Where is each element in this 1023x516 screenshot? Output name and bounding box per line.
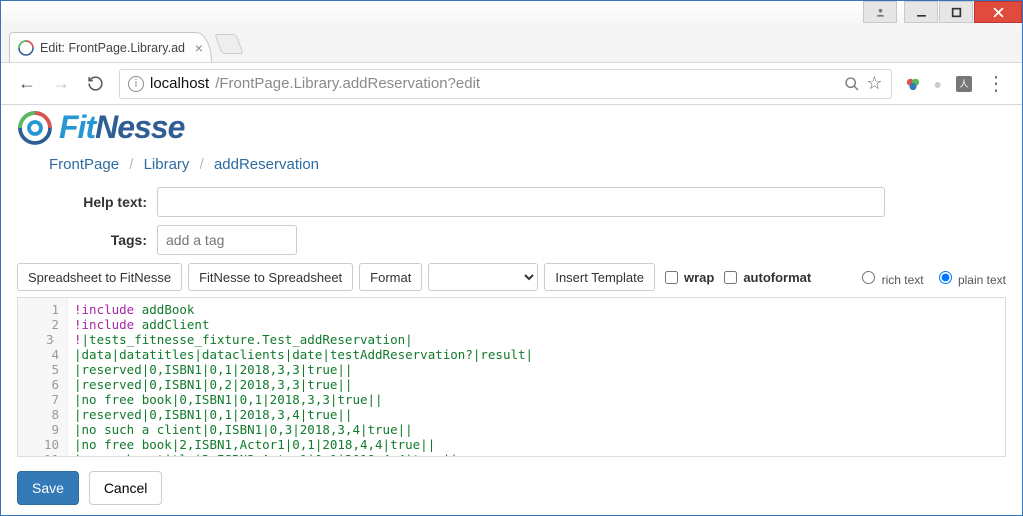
help-text-input[interactable] [157,187,885,217]
breadcrumb-item[interactable]: addReservation [214,156,319,173]
richtext-radio-label[interactable]: rich text [857,268,923,287]
download-icon[interactable]: ● [934,76,942,92]
insert-template-button[interactable]: Insert Template [544,263,655,291]
window-user-button[interactable] [863,1,897,23]
breadcrumb-item[interactable]: FrontPage [49,156,119,173]
fitnesse-logo[interactable]: FitNesse [17,109,1006,146]
browser-tab-title: Edit: FrontPage.Library.ad [40,41,185,55]
logo-text-fit: Fit [59,109,95,145]
fitnesse-to-spreadsheet-button[interactable]: FitNesse to Spreadsheet [188,263,353,291]
code-editor[interactable]: 123▾456789101112 !include addBook !inclu… [17,297,1006,457]
window-minimize-button[interactable] [904,1,938,23]
tags-input[interactable] [157,225,297,255]
breadcrumb-item[interactable]: Library [144,156,190,173]
browser-tabstrip: Edit: FrontPage.Library.ad × [1,29,1022,63]
window-titlebar [1,1,1022,29]
fitnesse-logo-icon [17,110,53,146]
browser-menu-button[interactable]: ⋮ [986,79,1006,89]
help-text-label: Help text: [17,194,157,210]
browser-tab[interactable]: Edit: FrontPage.Library.ad × [9,32,212,62]
page-content: FitNesse FrontPage / Library / addReserv… [1,105,1022,515]
wrap-checkbox-label[interactable]: wrap [661,268,714,287]
window-maximize-button[interactable] [939,1,973,23]
cancel-button[interactable]: Cancel [89,471,163,505]
wrap-checkbox[interactable] [665,271,678,284]
zoom-icon[interactable] [844,76,860,92]
bookmark-star-icon[interactable]: ☆ [866,73,882,94]
editor-code[interactable]: !include addBook !include addClient !|te… [68,298,1005,456]
spreadsheet-to-fitnesse-button[interactable]: Spreadsheet to FitNesse [17,263,182,291]
url-path: /FrontPage.Library.addReservation?edit [215,75,480,92]
fitnesse-favicon-icon [18,40,34,56]
format-button[interactable]: Format [359,263,422,291]
reload-button[interactable] [79,69,111,99]
editor-toolbar: Spreadsheet to FitNesse FitNesse to Spre… [17,263,1006,291]
autoformat-checkbox[interactable] [724,271,737,284]
logo-text-nesse: Nesse [95,109,184,145]
plaintext-radio[interactable] [939,271,952,284]
site-info-icon[interactable]: i [128,76,144,92]
tags-label: Tags: [17,232,157,248]
breadcrumb: FrontPage / Library / addReservation [17,148,1006,187]
tab-close-icon[interactable]: × [195,40,203,56]
back-button[interactable]: ← [11,69,43,99]
form-actions: Save Cancel [17,471,1006,505]
extension-icon[interactable] [906,77,920,91]
template-select[interactable] [428,263,538,291]
browser-toolbar: ← → i localhost/FrontPage.Library.addRes… [1,63,1022,105]
window-close-button[interactable] [974,1,1022,23]
autoformat-checkbox-label[interactable]: autoformat [720,268,811,287]
breadcrumb-sep: / [194,156,210,173]
pdf-extension-icon[interactable]: 人 [956,76,972,92]
new-tab-button[interactable] [214,34,243,54]
url-host: localhost [150,75,209,92]
plaintext-radio-label[interactable]: plain text [934,268,1006,287]
editor-gutter: 123▾456789101112 [18,298,68,456]
forward-button[interactable]: → [45,69,77,99]
richtext-radio[interactable] [862,271,875,284]
address-bar[interactable]: i localhost/FrontPage.Library.addReserva… [119,69,892,99]
breadcrumb-sep: / [123,156,139,173]
save-button[interactable]: Save [17,471,79,505]
